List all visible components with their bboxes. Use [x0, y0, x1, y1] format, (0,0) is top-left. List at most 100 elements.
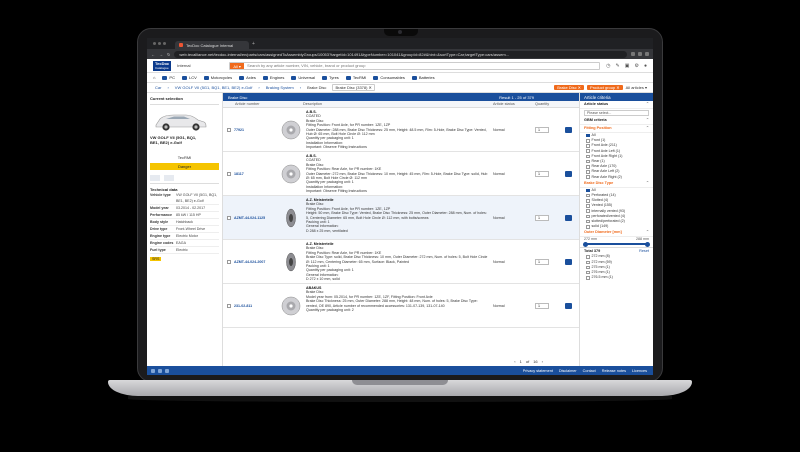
search-scope-button[interactable]: All ▾ — [230, 62, 245, 69]
filter-chip[interactable]: Brake Disc (3378) ✕ — [332, 84, 375, 91]
next-page-icon[interactable]: › — [542, 359, 543, 364]
footer-licences[interactable]: Licences — [632, 369, 647, 373]
table-row[interactable]: AZMT-44-024-2007 A.Z. Meisterteile Brake … — [223, 240, 579, 284]
diameter-slider[interactable] — [583, 241, 650, 247]
basket-icon[interactable]: ▣ — [625, 63, 630, 69]
nav-item-universal[interactable]: Universal — [291, 75, 315, 80]
footer-disclaimer[interactable]: Disclaimer — [559, 369, 577, 373]
checkbox-icon[interactable] — [586, 154, 590, 159]
checkbox-icon[interactable] — [586, 204, 590, 208]
cart-icon[interactable] — [565, 258, 572, 265]
nav-item-engines[interactable]: Engines — [262, 75, 284, 80]
brake-disc-image[interactable] — [279, 152, 303, 195]
article-number[interactable]: 18117 — [223, 152, 279, 195]
new-tab-icon[interactable]: + — [252, 41, 255, 49]
quantity-input[interactable]: 1 — [535, 214, 549, 221]
checkbox-icon[interactable] — [586, 193, 590, 198]
row-checkbox[interactable] — [227, 259, 231, 264]
history-icon[interactable]: ◷ — [606, 63, 610, 69]
checkbox-icon[interactable] — [586, 219, 590, 224]
tab-car-icon[interactable] — [164, 175, 174, 181]
row-checkbox[interactable] — [227, 127, 231, 132]
url-field[interactable]: web.tecalliance.net/tecdoc-internal/en/p… — [174, 50, 627, 58]
checkbox-icon[interactable] — [586, 188, 590, 193]
profile-icon[interactable] — [645, 52, 649, 56]
facebook-icon[interactable] — [151, 368, 155, 373]
quantity-input[interactable]: 1 — [535, 170, 549, 177]
checkbox-icon[interactable] — [586, 276, 590, 280]
fitting-section[interactable]: Fitting Position ⌃ — [580, 125, 653, 133]
footer-contact[interactable]: Contact — [583, 369, 596, 373]
nav-item-motorcycles[interactable]: Motorcycles — [203, 75, 232, 80]
table-row[interactable]: 18117 A.B.S. COATED Brake Disc Fitting Posi… — [223, 152, 579, 196]
checkbox-icon[interactable] — [586, 199, 590, 203]
linkedin-icon[interactable] — [158, 368, 162, 373]
table-row[interactable]: 77921 A.B.S. COATED Brake Disc Fitting Posi… — [223, 108, 579, 152]
gbm-section[interactable]: GBM criteria ⌃ — [580, 117, 653, 125]
reset-link[interactable]: Reset — [639, 249, 649, 253]
reload-icon[interactable]: ↻ — [167, 52, 170, 57]
nav-item-batteries[interactable]: Batteries — [411, 75, 435, 80]
table-row[interactable]: 231-02-811 ABAKUS Brake Disc Model year fr… — [223, 284, 579, 328]
type-section[interactable]: Brake Disc Type ⌃ — [580, 180, 653, 188]
articles-select[interactable]: All articles ▾ — [626, 85, 647, 90]
nav-item-pc[interactable]: PC — [162, 75, 175, 80]
user-icon[interactable]: ● — [644, 63, 647, 69]
footer-privacy[interactable]: Privacy statement — [523, 369, 553, 373]
catalog-select[interactable]: Internal — [177, 63, 223, 68]
row-checkbox[interactable] — [227, 215, 231, 220]
checkbox-icon[interactable] — [586, 165, 590, 169]
checkbox-icon[interactable] — [586, 149, 590, 153]
extension-icon[interactable] — [631, 52, 635, 56]
tab-info-icon[interactable] — [150, 175, 160, 181]
nav-item-axles[interactable]: Axles — [239, 75, 256, 80]
back-icon[interactable]: ← — [151, 52, 155, 57]
forward-icon[interactable]: → — [159, 52, 163, 57]
checkbox-icon[interactable] — [586, 209, 590, 213]
row-checkbox[interactable] — [227, 303, 231, 308]
home-icon[interactable]: ⌂ — [153, 75, 155, 80]
article-number[interactable]: 77921 — [223, 108, 279, 151]
brake-disc-image[interactable] — [279, 284, 303, 327]
checkbox-icon[interactable] — [586, 225, 590, 229]
checkbox-icon[interactable] — [586, 139, 590, 143]
diameter-section[interactable]: Outer Diameter [mm] ⌃ — [580, 229, 653, 238]
nav-item-lcv[interactable]: LCV — [181, 75, 197, 80]
brake-disc-chip[interactable]: Brake Disc ✕ — [554, 85, 585, 90]
danger-button[interactable]: Danger — [150, 163, 219, 170]
row-checkbox[interactable] — [227, 171, 231, 176]
browser-tab[interactable]: TecDoc Catalogue Internal — [175, 41, 249, 49]
nav-item-consumables[interactable]: Consumables — [373, 75, 405, 80]
article-number[interactable]: AZMT-44-024-1125 — [223, 196, 279, 239]
brake-disc-image[interactable] — [279, 196, 303, 239]
quantity-input[interactable]: 1 — [535, 126, 549, 133]
checkbox-icon[interactable] — [586, 270, 590, 275]
cart-icon[interactable] — [565, 170, 572, 177]
brake-disc-image[interactable] — [279, 108, 303, 151]
checkbox-icon[interactable] — [586, 214, 590, 219]
nav-item-tecrmi[interactable]: TecRMI — [345, 75, 366, 80]
search-input[interactable] — [244, 62, 600, 69]
footer-release-notes[interactable]: Release notes — [602, 369, 626, 373]
crumb-group[interactable]: Brake Disc — [305, 85, 328, 90]
article-number[interactable]: 231-02-811 — [223, 284, 279, 327]
quantity-input[interactable]: 1 — [535, 302, 549, 309]
cart-icon[interactable] — [565, 214, 572, 221]
srs-badge[interactable]: SRS — [150, 257, 162, 261]
quantity-input[interactable]: 1 — [535, 258, 549, 265]
filter-option[interactable]: 276.5 mm (1) — [580, 275, 653, 280]
tecrmi-button[interactable]: TecRMI — [150, 155, 219, 160]
crumb-vehicle[interactable]: VW GOLF VII (5G1, BQ1, BE1, BE2) e-Golf — [173, 85, 255, 90]
extension-icon[interactable] — [638, 52, 642, 56]
notes-icon[interactable]: ✎ — [616, 63, 620, 69]
col-article-number[interactable]: Article number — [223, 102, 279, 106]
table-row[interactable]: AZMT-44-024-1125 A.Z. Meisterteile Brake … — [223, 196, 579, 240]
product-group-chip[interactable]: Product group ✕ — [587, 85, 623, 90]
checkbox-icon[interactable] — [586, 255, 590, 259]
crumb-system[interactable]: Braking System — [264, 85, 296, 90]
settings-icon[interactable]: ⚙ — [634, 63, 638, 69]
tecdoc-logo[interactable]: TecDoc Catalogue — [153, 60, 172, 71]
checkbox-icon[interactable] — [586, 170, 590, 174]
crumb-car[interactable]: Car — [153, 85, 163, 90]
page-number[interactable]: 1 — [520, 359, 522, 364]
